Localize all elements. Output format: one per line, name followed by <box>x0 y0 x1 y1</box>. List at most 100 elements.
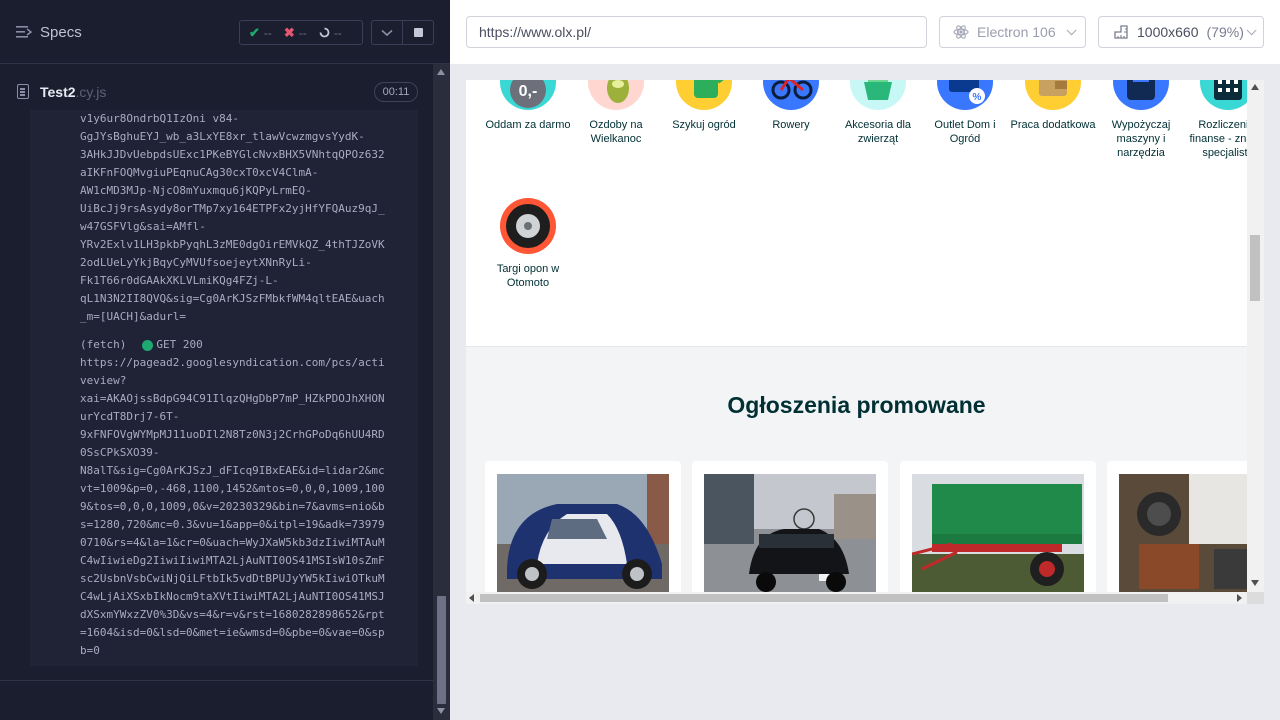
log-line: aIKFnFOQMvgiuPEqnuCAg30cxT0xcV4ClmA- <box>80 166 319 179</box>
smart-car-photo[interactable] <box>497 474 669 594</box>
tire-icon <box>500 198 556 254</box>
promoted-card[interactable] <box>692 461 888 596</box>
category-label: Akcesoria dla zwierząt <box>844 119 912 145</box>
wallet-icon <box>1025 80 1081 110</box>
category-label: Ozdoby na Wielkanoc <box>589 119 643 145</box>
scroll-down-icon[interactable] <box>437 708 445 714</box>
page-vertical-scrollbar[interactable] <box>1247 80 1264 592</box>
zero-price-icon: 0,- <box>500 80 556 110</box>
reporter-panel: Specs ✔ -- ✖ -- -- Test2.cy.js 00:11 v1y… <box>0 0 450 720</box>
fetch-command[interactable]: (fetch) GET 200 <box>30 336 418 354</box>
category-item[interactable]: 0,- Oddam za darmo <box>484 80 572 132</box>
run-controls <box>371 20 434 45</box>
scroll-down-icon[interactable] <box>1251 580 1259 586</box>
menu-icon[interactable] <box>16 25 32 39</box>
bicycle-icon <box>763 80 819 110</box>
url-bar[interactable]: https://www.olx.pl/ <box>466 16 927 48</box>
passed-stat: ✔ -- <box>249 25 272 41</box>
scrollbar-thumb[interactable] <box>437 596 446 704</box>
category-label: Oddam za darmo <box>485 119 571 131</box>
browser-selector[interactable]: Electron 106 <box>939 16 1086 48</box>
log-line: b=0 <box>80 644 100 657</box>
spec-extension: .cy.js <box>75 84 107 100</box>
fetch-status: 200 <box>182 338 203 351</box>
failed-count: -- <box>298 25 307 40</box>
watering-can-icon <box>676 80 732 110</box>
log-entry-fetch-url: https://pagead2.googlesyndication.com/pc… <box>30 354 418 660</box>
category-item[interactable]: Rowery <box>747 80 835 132</box>
chevron-down-icon <box>1246 24 1257 35</box>
aut-panel: https://www.olx.pl/ Electron 106 1000x66… <box>450 0 1280 720</box>
log-line: vt=1009&p=0,-468,1100,1452&mtos=0,0,0,10… <box>80 482 385 495</box>
categories-section: 0,- Oddam za darmo Ozdoby na Wielkanoc Szyk… <box>466 80 1264 347</box>
scroll-up-icon[interactable] <box>437 69 445 75</box>
stop-icon <box>413 28 423 37</box>
easter-egg-icon <box>588 80 644 110</box>
promoted-title: Ogłoszenia promowane <box>727 392 986 418</box>
divider <box>0 680 433 681</box>
fetch-method: GET <box>156 338 177 351</box>
stop-button[interactable] <box>403 21 433 44</box>
log-line: 3AHkJJDvUebpdsUExc1PKeBYGlcNvxBHX5VNhtqQ… <box>80 148 385 161</box>
scrollbar-thumb[interactable] <box>1250 235 1260 301</box>
spec-name: Test2 <box>40 84 76 100</box>
svg-text:%: % <box>973 92 982 103</box>
log-line: 0SsCPkSXO39- <box>80 446 160 459</box>
viewport-size: 1000x660 <box>1137 24 1199 40</box>
pending-stat: -- <box>319 26 342 40</box>
promoted-card[interactable] <box>1107 461 1264 596</box>
check-icon: ✔ <box>249 24 260 40</box>
category-item[interactable]: Akcesoria dla zwierząt <box>834 80 922 146</box>
log-line: UiBcJj9rsAsydy8orTMp7xy164ETPFx2yjHfYFQA… <box>80 202 385 215</box>
scroll-right-icon[interactable] <box>1237 594 1242 602</box>
category-item[interactable]: Ozdoby na Wielkanoc <box>572 80 660 146</box>
command-log[interactable]: v1y6ur8OndrbQ1IzOni v84- GgJYsBghuEYJ_wb_… <box>30 110 418 666</box>
category-label: Targi opon w Otomoto <box>496 263 560 289</box>
category-label: Wypożyczaj maszyny i narzędzia <box>1111 119 1171 159</box>
log-entry-url: v1y6ur8OndrbQ1IzOni v84- GgJYsBghuEYJ_wb_… <box>30 110 418 326</box>
cross-icon: ✖ <box>283 24 295 40</box>
app-iframe[interactable]: 0,- Oddam za darmo Ozdoby na Wielkanoc Szyk… <box>466 80 1264 604</box>
log-line: xai=AKAOjssBdpG94C91IlqzQHgDbP7mP_HZkPDO… <box>80 392 385 405</box>
category-item[interactable]: Szykuj ogród <box>660 80 748 132</box>
promoted-card[interactable] <box>900 461 1096 596</box>
log-line: 9xFNFOVgWYMpMJ11uoDIl2N8Tz0N3j2CrhGPoDq6… <box>80 428 385 441</box>
category-item[interactable]: Praca dodatkowa <box>1009 80 1097 132</box>
machine-icon <box>1113 80 1169 110</box>
chevron-down-icon <box>1066 24 1077 35</box>
promoted-card[interactable] <box>485 461 681 596</box>
collapse-button[interactable] <box>372 21 403 44</box>
log-line: GgJYsBghuEYJ_wb_a3LxYE8xr_tlawVcwzmgvsYy… <box>80 130 365 143</box>
category-item[interactable]: Targi opon w Otomoto <box>484 198 572 290</box>
engine-parts-photo[interactable] <box>1119 474 1264 594</box>
log-line: 9&tos=0,0,0,1009,0&v=20230329&bin=7&avms… <box>80 500 385 513</box>
page-horizontal-scrollbar[interactable] <box>466 592 1247 604</box>
category-item[interactable]: Wypożyczaj maszyny i narzędzia <box>1097 80 1185 160</box>
category-item[interactable]: % Outlet Dom i Ogród <box>921 80 1009 146</box>
log-line: AW1cMD3MJp-NjcO8mYuxmqu6jKQPyLrmEQ- <box>80 184 312 197</box>
spec-duration-badge: 00:11 <box>374 82 418 102</box>
black-sedan-photo[interactable] <box>704 474 876 594</box>
log-line: s=1280,720&mc=0.3&vu=1&app=0&itpl=19&adk… <box>80 518 385 531</box>
specs-title[interactable]: Specs <box>40 24 82 41</box>
scrollbar-corner <box>1247 592 1264 604</box>
failed-stat: ✖ -- <box>284 25 307 41</box>
green-trailer-photo[interactable] <box>912 474 1084 594</box>
aut-header: https://www.olx.pl/ Electron 106 1000x66… <box>450 0 1280 64</box>
log-line: =1604&isd=0&lsd=0&met=ie&wmsd=0&pbe=0&va… <box>80 626 385 639</box>
log-line: sc2UsbnVsbCwiNjQiLFtbIk5vdDtBPUJyYW5kIiw… <box>80 572 385 585</box>
svg-text:0,-: 0,- <box>519 83 538 100</box>
specs-header: Specs ✔ -- ✖ -- -- <box>0 0 450 64</box>
log-line: qL1N3N2II8QVQ&sig=Cg0ArKJSzFMbkfWM4qltEA… <box>80 292 385 305</box>
zoom-level: (79%) <box>1206 24 1244 40</box>
scrollbar-thumb[interactable] <box>480 594 1168 602</box>
fetch-kind: (fetch) <box>80 338 127 351</box>
scroll-up-icon[interactable] <box>1251 84 1259 90</box>
test-stats: ✔ -- ✖ -- -- <box>239 20 363 45</box>
log-line: https://pagead2.googlesyndication.com/pc… <box>80 356 385 369</box>
viewport-selector[interactable]: 1000x660 (79%) <box>1098 16 1264 48</box>
pending-count: -- <box>333 25 342 40</box>
reporter-scrollbar[interactable] <box>433 64 450 720</box>
log-line: dXSxmYWxzZV0%3D&vs=4&r=v&rst=16802828986… <box>80 608 385 621</box>
scroll-left-icon[interactable] <box>469 594 474 602</box>
